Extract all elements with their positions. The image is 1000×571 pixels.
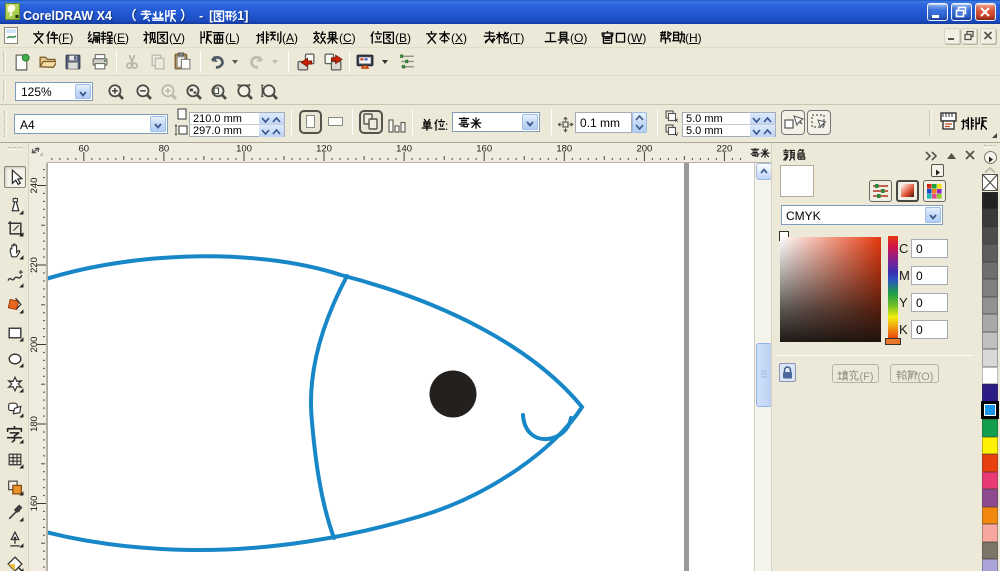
svg-text:180: 180: [556, 144, 572, 155]
svg-text:240: 240: [29, 178, 40, 194]
svg-text:y: y: [675, 132, 678, 136]
svg-text:120: 120: [316, 144, 332, 155]
svg-text:80: 80: [159, 144, 170, 155]
svg-text:200: 200: [636, 144, 652, 155]
svg-text:x: x: [675, 118, 678, 122]
svg-text:160: 160: [29, 496, 40, 512]
svg-text:220: 220: [716, 144, 732, 155]
svg-text:60: 60: [79, 144, 90, 155]
svg-text:220: 220: [29, 257, 40, 273]
svg-text:180: 180: [29, 416, 40, 432]
svg-text:140: 140: [396, 144, 412, 155]
svg-text:200: 200: [29, 337, 40, 353]
svg-text:160: 160: [476, 144, 492, 155]
svg-text:100: 100: [236, 144, 252, 155]
